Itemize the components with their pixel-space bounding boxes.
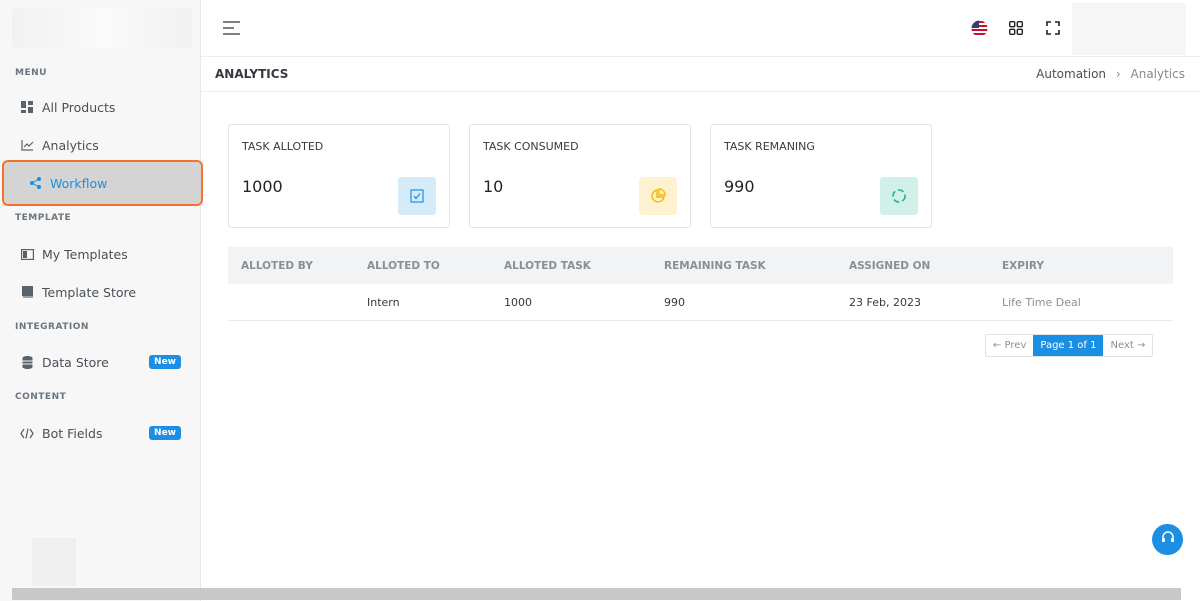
card-task-alloted: TASK ALLOTED 1000 bbox=[228, 124, 450, 228]
breadcrumb-separator: › bbox=[1115, 67, 1121, 81]
column-header: EXPIRY bbox=[1002, 259, 1044, 272]
breadcrumb-automation[interactable]: Automation bbox=[1036, 67, 1106, 81]
sidebar-item-bot-fields[interactable]: Bot Fields New bbox=[0, 414, 201, 452]
sidebar-item-label: My Templates bbox=[42, 246, 128, 262]
sidebar-item-label: All Products bbox=[42, 99, 116, 115]
table-cell: 23 Feb, 2023 bbox=[849, 295, 921, 309]
page-header: ANALYTICS Automation › Analytics bbox=[201, 58, 1200, 92]
page-indicator: Page 1 of 1 bbox=[1033, 335, 1104, 356]
topbar bbox=[201, 0, 1200, 57]
apps-grid-icon[interactable] bbox=[1007, 19, 1025, 37]
sidebar-footer-image bbox=[32, 538, 76, 586]
next-button[interactable]: Next → bbox=[1103, 335, 1152, 356]
column-header: ALLOTED BY bbox=[241, 259, 313, 272]
sidebar: MENU All Products Analytics Workflow TEM… bbox=[0, 0, 203, 601]
sidebar-item-all-products[interactable]: All Products bbox=[0, 88, 201, 126]
column-header: ALLOTED TASK bbox=[504, 259, 591, 272]
card-value: 10 bbox=[483, 177, 504, 196]
horizontal-scrollbar[interactable] bbox=[12, 588, 1181, 600]
table-header: ALLOTED BY ALLOTED TO ALLOTED TASK REMAI… bbox=[228, 247, 1173, 284]
section-title-content: CONTENT bbox=[15, 392, 67, 402]
sidebar-item-label: Analytics bbox=[42, 137, 99, 153]
support-chat-button[interactable] bbox=[1152, 524, 1183, 555]
fullscreen-icon[interactable] bbox=[1044, 19, 1062, 37]
pagination: ← Prev Page 1 of 1 Next → bbox=[985, 334, 1154, 357]
us-flag-icon[interactable] bbox=[970, 19, 988, 37]
menu-toggle-icon[interactable] bbox=[223, 20, 241, 35]
line-chart-icon bbox=[20, 138, 34, 152]
prev-button[interactable]: ← Prev bbox=[986, 335, 1033, 356]
card-task-remaning: TASK REMANING 990 bbox=[710, 124, 932, 228]
template-icon bbox=[20, 247, 34, 261]
card-title: TASK ALLOTED bbox=[242, 140, 324, 153]
new-badge: New bbox=[149, 426, 181, 440]
logo[interactable] bbox=[12, 8, 192, 48]
column-header: ASSIGNED ON bbox=[849, 259, 931, 272]
table-cell: Intern bbox=[367, 295, 400, 309]
code-icon bbox=[20, 426, 34, 440]
table-cell: 1000 bbox=[504, 295, 532, 309]
table-cell: 990 bbox=[664, 295, 685, 309]
card-title: TASK CONSUMED bbox=[483, 140, 579, 153]
page-title: ANALYTICS bbox=[215, 67, 289, 81]
sidebar-item-data-store[interactable]: Data Store New bbox=[0, 343, 201, 381]
column-header: ALLOTED TO bbox=[367, 259, 440, 272]
table-cell: Life Time Deal bbox=[1002, 295, 1081, 309]
sidebar-item-label: Bot Fields bbox=[42, 425, 103, 441]
loader-icon bbox=[880, 177, 918, 215]
user-profile[interactable] bbox=[1072, 3, 1186, 55]
sidebar-item-label: Data Store bbox=[42, 354, 109, 370]
grid-icon bbox=[20, 100, 34, 114]
sidebar-item-analytics[interactable]: Analytics bbox=[0, 126, 201, 164]
book-icon bbox=[20, 285, 34, 299]
section-title-template: TEMPLATE bbox=[15, 213, 72, 223]
sidebar-item-label: Template Store bbox=[42, 284, 137, 300]
card-task-consumed: TASK CONSUMED 10 bbox=[469, 124, 691, 228]
sidebar-item-label: Workflow bbox=[50, 175, 108, 191]
task-table: ALLOTED BY ALLOTED TO ALLOTED TASK REMAI… bbox=[228, 247, 1173, 321]
card-value: 990 bbox=[724, 177, 755, 196]
breadcrumb: Automation › Analytics bbox=[1036, 67, 1185, 81]
share-nodes-icon bbox=[28, 176, 42, 190]
new-badge: New bbox=[149, 355, 181, 369]
database-icon bbox=[20, 355, 34, 369]
card-title: TASK REMANING bbox=[724, 140, 815, 153]
section-title-menu: MENU bbox=[15, 68, 47, 78]
checkbox-icon bbox=[398, 177, 436, 215]
sidebar-item-my-templates[interactable]: My Templates bbox=[0, 235, 201, 273]
column-header: REMAINING TASK bbox=[664, 259, 766, 272]
card-value: 1000 bbox=[242, 177, 283, 196]
sidebar-item-template-store[interactable]: Template Store bbox=[0, 273, 201, 311]
section-title-integration: INTEGRATION bbox=[15, 322, 89, 332]
breadcrumb-analytics: Analytics bbox=[1130, 67, 1186, 81]
headset-icon bbox=[1160, 530, 1176, 550]
table-row: Intern 1000 990 23 Feb, 2023 Life Time D… bbox=[228, 284, 1173, 321]
pie-chart-icon bbox=[639, 177, 677, 215]
sidebar-item-workflow[interactable]: Workflow bbox=[2, 160, 203, 206]
